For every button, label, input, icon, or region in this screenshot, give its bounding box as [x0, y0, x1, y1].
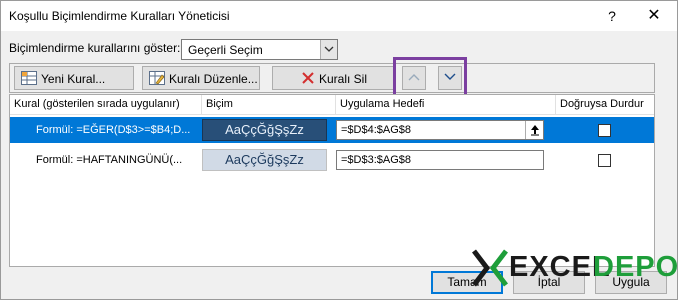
format-preview: AaÇçĞğŞşZz	[202, 119, 327, 141]
dialog-title: Koşullu Biçimlendirme Kuralları Yönetici…	[9, 9, 230, 23]
rule-formula: Formül: =HAFTANINGÜNÜ(...	[36, 154, 183, 166]
new-rule-label: Yeni Kural...	[41, 72, 106, 86]
new-rule-button[interactable]: Yeni Kural...	[14, 66, 134, 90]
rules-toolbar: Yeni Kural... Kuralı Düzenle... Kuralı S…	[9, 63, 655, 93]
rule-row[interactable]: Formül: =HAFTANINGÜNÜ(... AaÇçĞğŞşZz =$D…	[10, 147, 654, 173]
help-button[interactable]: ?	[601, 5, 623, 27]
stop-if-true-checkbox[interactable]	[598, 154, 611, 167]
delete-rule-button[interactable]: Kuralı Sil	[272, 66, 396, 90]
collapse-dialog-icon[interactable]	[525, 121, 543, 139]
column-header-rule[interactable]: Kural (gösterilen sırada uygulanır)	[10, 95, 202, 115]
show-rules-label: Biçimlendirme kurallarını göster:	[9, 41, 181, 55]
conditional-formatting-dialog: Koşullu Biçimlendirme Kuralları Yönetici…	[0, 0, 678, 300]
delete-rule-label: Kuralı Sil	[319, 72, 368, 86]
exceldepo-watermark: EXCEL DEPO	[469, 245, 678, 300]
close-button[interactable]: ✕	[641, 5, 667, 27]
applies-to-value: =$D$3:$AG$8	[341, 154, 412, 166]
column-header-format[interactable]: Biçim	[202, 95, 336, 115]
delete-x-icon	[301, 71, 317, 85]
title-bar: Koşullu Biçimlendirme Kuralları Yönetici…	[1, 1, 677, 31]
rule-formula: Formül: =EĞER(D$3>=$B4;D...	[36, 124, 191, 136]
watermark-depo: DEPO	[593, 251, 678, 283]
exceldepo-logo-icon	[472, 249, 508, 287]
new-rule-icon	[21, 71, 37, 85]
applies-to-value: =$D$4:$AG$8	[341, 124, 412, 136]
edit-rule-icon	[149, 71, 165, 85]
applies-to-input[interactable]: =$D$3:$AG$8	[336, 150, 544, 170]
rule-row[interactable]: Formül: =EĞER(D$3>=$B4;D... AaÇçĞğŞşZz =…	[10, 117, 654, 143]
show-rules-selected: Geçerli Seçim	[188, 43, 263, 57]
column-header-applies-to[interactable]: Uygulama Hedefi	[336, 95, 556, 115]
rules-grid: Kural (gösterilen sırada uygulanır) Biçi…	[9, 94, 655, 267]
edit-rule-button[interactable]: Kuralı Düzenle...	[142, 66, 260, 90]
applies-to-input[interactable]: =$D$4:$AG$8	[336, 120, 544, 140]
stop-if-true-checkbox[interactable]	[598, 124, 611, 137]
format-preview: AaÇçĞğŞşZz	[202, 149, 327, 171]
edit-rule-label: Kuralı Düzenle...	[169, 72, 258, 86]
show-rules-dropdown[interactable]: Geçerli Seçim	[181, 39, 338, 60]
dropdown-arrow-icon[interactable]	[320, 40, 337, 59]
column-header-stop-if-true[interactable]: Doğruysa Durdur	[556, 95, 654, 115]
